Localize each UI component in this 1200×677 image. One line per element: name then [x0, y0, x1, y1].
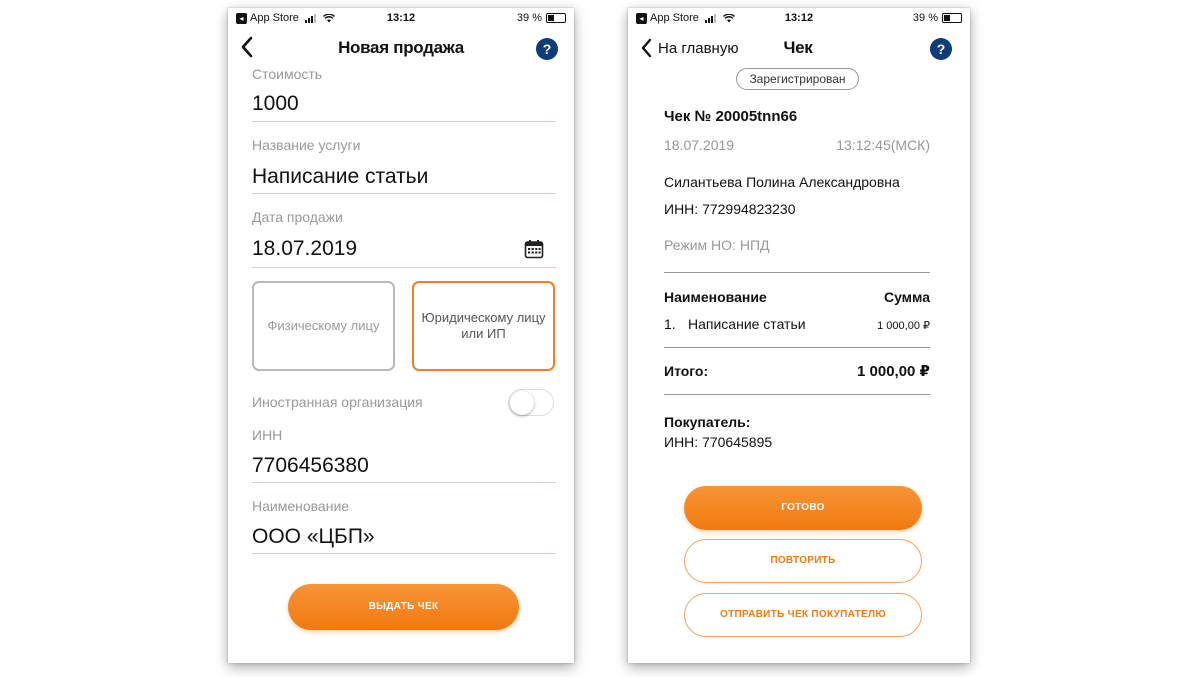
inn-underline — [252, 482, 556, 483]
date-underline — [252, 267, 556, 268]
physical-person-label: Физическому лицу — [267, 318, 380, 333]
column-sum-header: Сумма — [883, 289, 930, 305]
inn-label: ИНН — [252, 427, 283, 443]
help-icon[interactable]: ? — [536, 38, 558, 60]
seller-inn: ИНН: 772994823230 — [664, 201, 796, 217]
name-label: Наименование — [252, 498, 350, 514]
battery-icon — [942, 13, 962, 23]
cost-input[interactable]: 1000 — [252, 92, 299, 116]
date-label: Дата продажи — [252, 209, 343, 225]
divider — [664, 347, 930, 348]
item-name: Написание статьи — [688, 316, 806, 332]
divider — [664, 272, 930, 273]
buyer-label: Покупатель: — [664, 414, 751, 430]
column-name-header: Наименование — [664, 289, 767, 305]
service-label: Название услуги — [252, 137, 361, 153]
status-badge: Зарегистрирован — [736, 68, 859, 90]
item-sum: 1 000,00 ₽ — [877, 320, 930, 332]
name-underline — [252, 553, 556, 554]
legal-entity-option[interactable]: Юридическому лицу или ИП — [412, 281, 555, 371]
toggle-knob — [510, 391, 534, 415]
total-label: Итого: — [664, 363, 709, 379]
receipt-date: 18.07.2019 — [664, 137, 735, 153]
nav-bar: На главную Чек ? — [628, 34, 970, 64]
cost-label: Стоимость — [252, 66, 323, 82]
status-bar: ◂ App Store 13:12 39 % — [636, 12, 962, 26]
buyer-inn: ИНН: 770645895 — [664, 434, 773, 450]
receipt-screen: ◂ App Store 13:12 39 % На главную Чек ? … — [628, 8, 970, 663]
battery-percent: 39 % — [516, 12, 542, 24]
legal-entity-label: Юридическому лицу или ИП — [421, 310, 546, 341]
battery-icon — [546, 13, 566, 23]
total-value: 1 000,00 ₽ — [857, 363, 930, 380]
name-input[interactable]: ООО «ЦБП» — [252, 525, 375, 549]
date-input[interactable]: 18.07.2019 — [252, 237, 357, 261]
seller-name: Силантьева Полина Александровна — [664, 174, 900, 190]
service-underline — [252, 193, 556, 194]
physical-person-option[interactable]: Физическому лицу — [252, 281, 395, 371]
divider — [664, 394, 930, 395]
issue-receipt-button[interactable]: ВЫДАТЬ ЧЕК — [288, 584, 519, 630]
tax-mode: Режим НО: НПД — [664, 237, 770, 253]
service-input[interactable]: Написание статьи — [252, 165, 428, 189]
nav-bar: Новая продажа ? — [228, 34, 574, 64]
done-button[interactable]: ГОТОВО — [684, 486, 922, 530]
new-sale-screen: ◂ App Store 13:12 39 % Новая продажа ? С… — [228, 8, 574, 663]
cost-underline — [252, 121, 556, 122]
page-title: Чек — [783, 38, 813, 57]
battery-percent: 39 % — [912, 12, 938, 24]
repeat-button[interactable]: ПОВТОРИТЬ — [684, 539, 922, 583]
receipt-number: Чек № 20005tnn66 — [664, 108, 798, 125]
foreign-org-toggle[interactable] — [508, 389, 554, 416]
page-title: Новая продажа — [338, 38, 464, 57]
help-icon[interactable]: ? — [930, 38, 952, 60]
calendar-icon[interactable] — [524, 239, 544, 259]
receipt-time: 13:12:45(МСК) — [836, 137, 930, 153]
item-index: 1. — [664, 316, 676, 332]
foreign-org-label: Иностранная организация — [252, 394, 423, 410]
send-to-buyer-button[interactable]: ОТПРАВИТЬ ЧЕК ПОКУПАТЕЛЮ — [684, 593, 922, 637]
status-bar: ◂ App Store 13:12 39 % — [236, 12, 566, 26]
inn-input[interactable]: 7706456380 — [252, 454, 369, 478]
